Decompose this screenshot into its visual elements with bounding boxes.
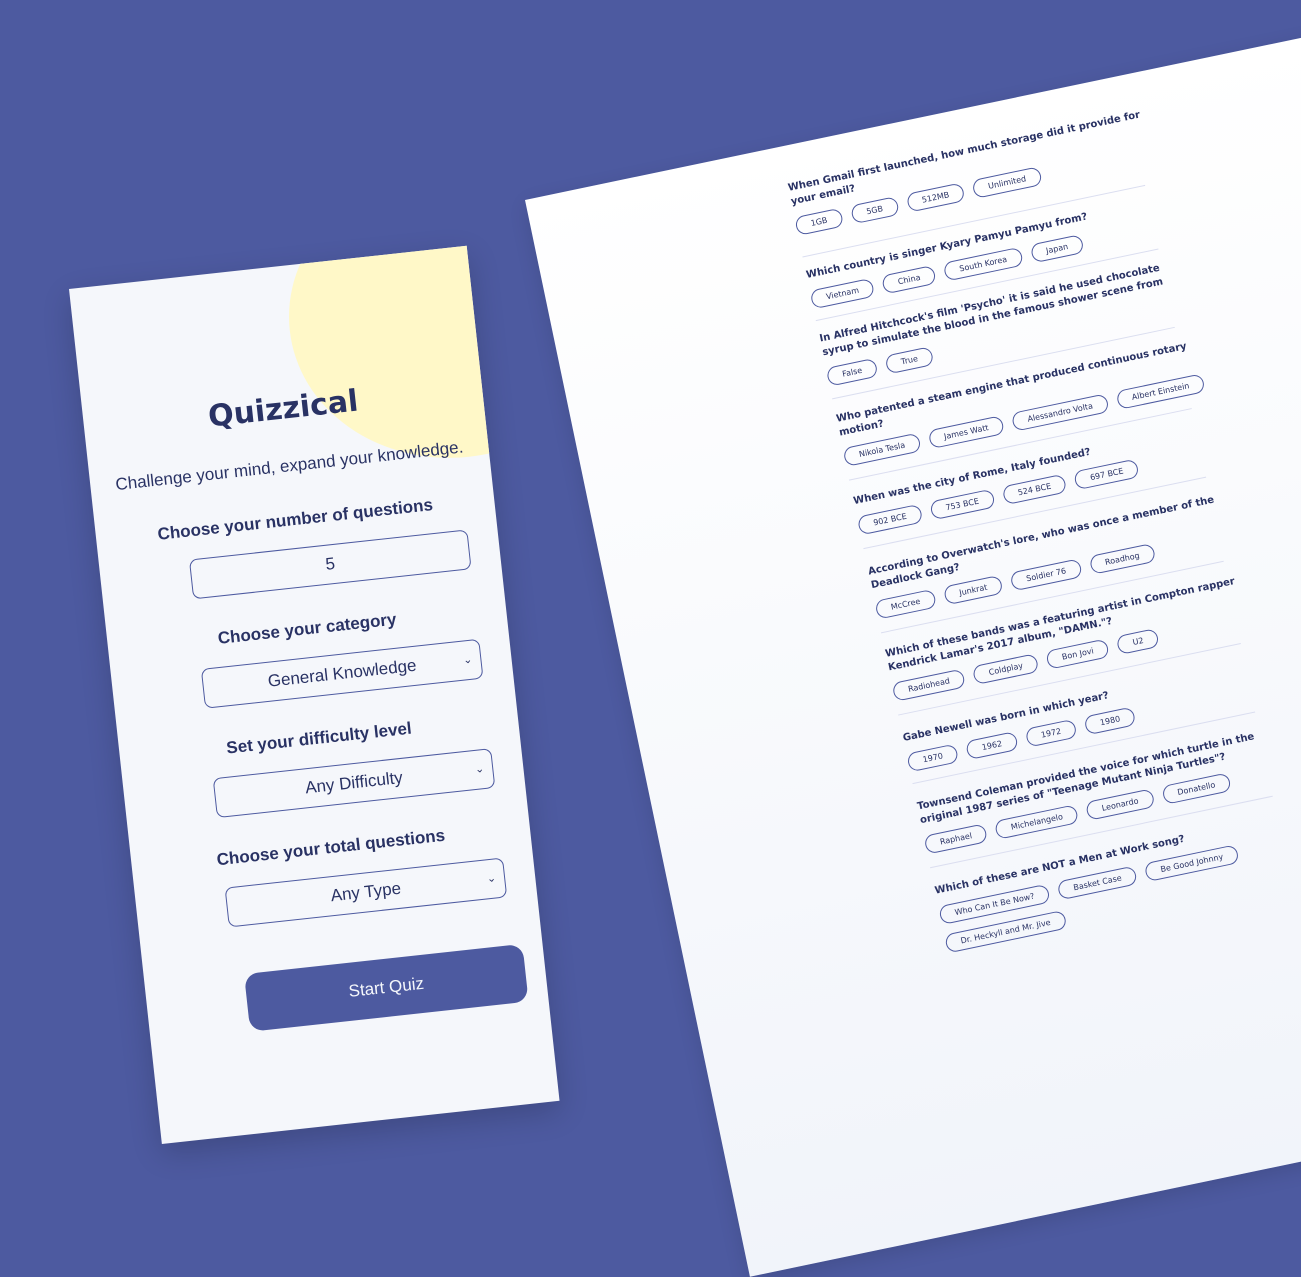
answer-option[interactable]: Bon Jovi <box>1045 638 1111 670</box>
answer-option[interactable]: Nikola Tesla <box>842 432 922 467</box>
category-select[interactable]: General Knowledge ⌄ <box>200 638 484 709</box>
decorative-blob <box>274 245 560 475</box>
chevron-down-icon: ⌄ <box>474 762 485 776</box>
answer-option[interactable]: Junkrat <box>942 574 1004 606</box>
answer-option[interactable]: 1962 <box>965 731 1019 760</box>
answer-option[interactable]: 1970 <box>906 743 960 773</box>
category-value: General Knowledge <box>266 655 418 691</box>
answer-option[interactable]: Japan <box>1029 234 1085 264</box>
answer-option[interactable]: Soldier 76 <box>1009 558 1083 592</box>
answer-option[interactable]: U2 <box>1116 627 1161 655</box>
question-count-value: 5 <box>324 553 336 574</box>
answer-option[interactable]: Unlimited <box>971 166 1043 199</box>
answer-option[interactable]: 512MB <box>905 182 966 213</box>
answer-option[interactable]: 1GB <box>794 207 844 236</box>
app-tagline: Challenge your mind, expand your knowled… <box>114 437 465 495</box>
start-quiz-button[interactable]: Start Quiz <box>244 943 529 1032</box>
question-count-input[interactable]: 5 <box>188 529 472 600</box>
answer-option[interactable]: Radiohead <box>891 668 967 702</box>
answer-option[interactable]: Vietnam <box>809 277 876 310</box>
answer-option[interactable]: True <box>884 346 935 375</box>
start-screen: Quizzical Challenge your mind, expand yo… <box>69 245 560 1144</box>
answer-option[interactable]: China <box>881 264 937 295</box>
answer-option[interactable]: 1980 <box>1083 706 1137 736</box>
difficulty-select[interactable]: Any Difficulty ⌄ <box>212 748 496 819</box>
chevron-down-icon: ⌄ <box>462 653 474 667</box>
question-type-value: Any Type <box>329 878 402 906</box>
answer-option[interactable]: 902 BCE <box>856 503 924 536</box>
answer-option[interactable]: False <box>825 357 879 387</box>
question-type-select[interactable]: Any Type ⌄ <box>224 857 508 928</box>
answer-option[interactable]: 753 BCE <box>929 488 996 521</box>
answer-option[interactable]: 5GB <box>849 196 900 225</box>
answer-option[interactable]: Roadhog <box>1088 542 1157 575</box>
answer-option[interactable]: James Watt <box>927 415 1006 450</box>
chevron-down-icon: ⌄ <box>486 872 497 886</box>
answer-option[interactable]: McCree <box>874 588 937 620</box>
answer-option[interactable]: 1972 <box>1024 718 1078 748</box>
quiz-page: When Gmail first launched, how much stor… <box>525 11 1301 1277</box>
answer-option[interactable]: Raphael <box>923 823 989 855</box>
answer-option[interactable]: Donatello <box>1160 772 1232 805</box>
difficulty-value: Any Difficulty <box>304 767 404 798</box>
answer-option[interactable]: 524 BCE <box>1001 473 1068 506</box>
answer-option[interactable]: Leonardo <box>1085 788 1155 821</box>
answer-option[interactable]: Coldplay <box>972 653 1040 685</box>
answer-option[interactable]: 697 BCE <box>1073 458 1140 491</box>
